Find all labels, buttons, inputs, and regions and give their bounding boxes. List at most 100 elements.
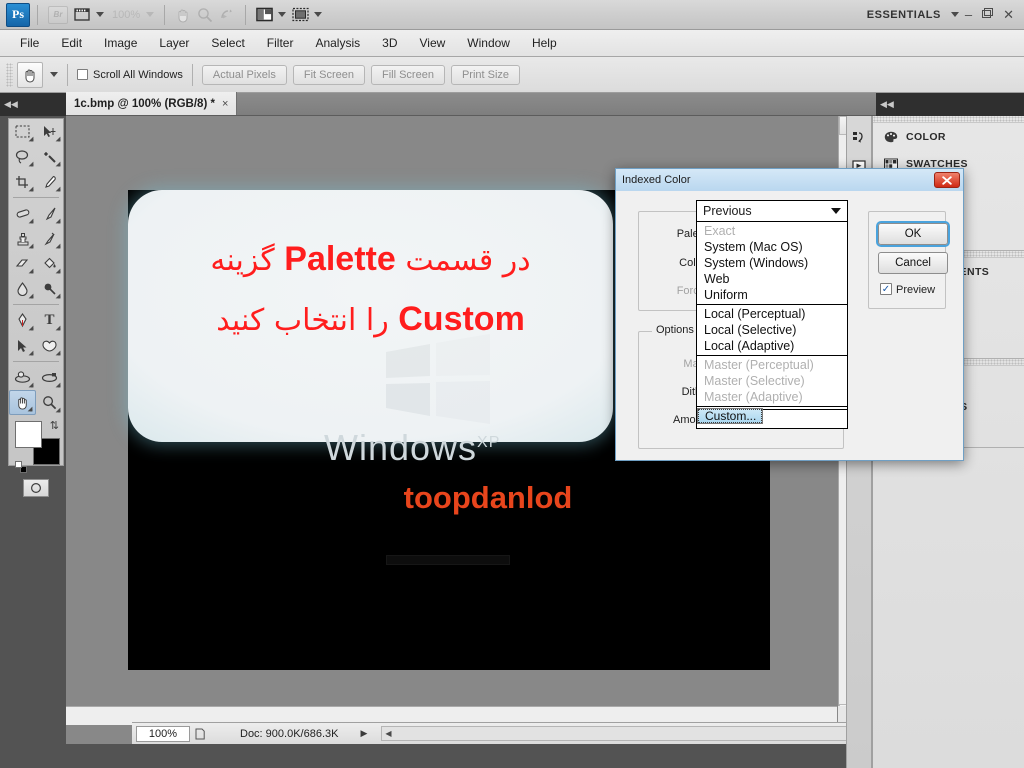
menu-window[interactable]: Window — [457, 33, 520, 53]
zoom-level-field[interactable]: 100% — [107, 4, 157, 26]
dropdown-item-master-adaptive[interactable]: Master (Adaptive) — [697, 389, 847, 405]
dropdown-item-system-mac[interactable]: System (Mac OS) — [697, 239, 847, 255]
foreground-color-swatch[interactable] — [15, 421, 42, 448]
magic-wand-tool[interactable] — [36, 144, 63, 169]
close-button[interactable]: ✕ — [1003, 7, 1014, 23]
panel-group-grip[interactable] — [873, 116, 1024, 123]
cancel-button[interactable]: Cancel — [878, 252, 948, 274]
chevron-down-icon[interactable] — [950, 12, 959, 17]
ok-button[interactable]: OK — [878, 223, 948, 245]
menu-view[interactable]: View — [409, 33, 455, 53]
type-tool[interactable]: T — [36, 308, 63, 333]
scroll-all-windows-checkbox[interactable]: Scroll All Windows — [77, 69, 183, 81]
status-menu-arrow[interactable]: ▶ — [360, 728, 367, 739]
dropdown-item-custom[interactable]: Custom... — [697, 408, 764, 424]
lasso-tool[interactable] — [9, 144, 36, 169]
dropdown-item-master-perceptual[interactable]: Master (Perceptual) — [697, 357, 847, 373]
restore-button[interactable] — [982, 7, 994, 22]
chevron-down-icon[interactable] — [831, 208, 841, 214]
rotate-view-tool-icon[interactable] — [216, 4, 238, 26]
history-icon[interactable] — [847, 124, 871, 152]
dropdown-item-local-adaptive[interactable]: Local (Adaptive) — [697, 338, 847, 354]
zoom-tool-icon[interactable] — [194, 4, 216, 26]
path-selection-tool[interactable] — [9, 333, 36, 358]
toolbox-group-vector: T — [9, 308, 63, 358]
dropdown-item-master-selective[interactable]: Master (Selective) — [697, 373, 847, 389]
hand-tool-icon[interactable] — [172, 4, 194, 26]
eraser-tool[interactable] — [9, 251, 36, 276]
print-size-button[interactable]: Print Size — [450, 64, 521, 85]
actual-pixels-button[interactable]: Actual Pixels — [201, 64, 287, 85]
palette-dropdown-list[interactable]: Previous Exact System (Mac OS) System (W… — [696, 200, 848, 429]
minimize-button[interactable]: – — [965, 7, 972, 22]
document-tab[interactable]: 1c.bmp @ 100% (RGB/8) * × — [66, 92, 238, 115]
menu-file[interactable]: File — [10, 33, 49, 53]
dropdown-item-local-selective[interactable]: Local (Selective) — [697, 322, 847, 338]
arrange-documents-icon[interactable] — [253, 4, 289, 26]
healing-brush-tool[interactable] — [9, 201, 36, 226]
bridge-icon[interactable]: Br — [45, 4, 71, 26]
view-extras-icon[interactable] — [71, 4, 107, 26]
right-dock-collapse[interactable]: ◀◀ — [876, 93, 1024, 116]
menu-edit[interactable]: Edit — [51, 33, 92, 53]
workspace-switcher[interactable]: ESSENTIALS — [867, 9, 965, 21]
chevron-down-icon[interactable] — [96, 12, 104, 17]
quick-mask-button[interactable] — [23, 479, 49, 497]
chevron-down-icon[interactable] — [278, 12, 287, 17]
palette-dropdown-current[interactable]: Previous — [697, 201, 847, 222]
dodge-tool[interactable] — [36, 276, 63, 301]
dropdown-item-web[interactable]: Web — [697, 271, 847, 287]
healing-brush-icon — [16, 209, 29, 218]
fit-screen-button[interactable]: Fit Screen — [292, 64, 365, 85]
rotate-3d-tool[interactable] — [9, 365, 36, 390]
paint-bucket-tool[interactable] — [36, 251, 63, 276]
dialog-title-bar[interactable]: Indexed Color — [616, 169, 963, 191]
left-dock-collapse[interactable]: ◀◀ — [0, 93, 66, 116]
close-icon[interactable]: × — [222, 98, 228, 110]
options-bar-grip[interactable] — [6, 62, 13, 87]
shape-tool[interactable] — [36, 333, 63, 358]
dropdown-item-local-perceptual[interactable]: Local (Perceptual) — [697, 306, 847, 322]
hand-tool[interactable] — [9, 390, 36, 415]
orbit-3d-tool[interactable] — [36, 365, 63, 390]
menu-help[interactable]: Help — [522, 33, 567, 53]
crop-tool[interactable] — [9, 169, 36, 194]
marquee-tool[interactable] — [9, 119, 36, 144]
brush-tool[interactable] — [36, 201, 63, 226]
chevron-down-icon[interactable] — [314, 12, 323, 17]
clone-stamp-tool[interactable] — [9, 226, 36, 251]
preview-checkbox[interactable]: ✓ — [880, 283, 892, 295]
pen-tool[interactable] — [9, 308, 36, 333]
screen-mode-icon[interactable] — [289, 4, 325, 26]
menu-select[interactable]: Select — [201, 33, 254, 53]
checkbox-box[interactable] — [77, 69, 88, 80]
current-tool-icon[interactable] — [17, 61, 43, 88]
status-left-arrow[interactable]: ◀ — [382, 729, 391, 738]
dropdown-item-uniform[interactable]: Uniform — [697, 287, 847, 303]
chevron-down-icon[interactable] — [146, 12, 155, 17]
menu-image[interactable]: Image — [94, 33, 147, 53]
panel-label-color: COLOR — [906, 130, 946, 143]
status-proxy-icon[interactable] — [190, 728, 210, 740]
menu-layer[interactable]: Layer — [149, 33, 199, 53]
close-icon — [942, 175, 952, 185]
menu-analysis[interactable]: Analysis — [305, 33, 370, 53]
default-colors-icon[interactable] — [15, 461, 27, 473]
move-tool[interactable] — [36, 119, 63, 144]
zoom-level-value: 100% — [112, 8, 141, 21]
eyedropper-tool[interactable] — [36, 169, 63, 194]
dialog-close-button[interactable] — [934, 172, 960, 188]
photoshop-logo-icon[interactable]: Ps — [6, 2, 30, 27]
panel-header-color[interactable]: COLOR — [873, 123, 1024, 150]
menu-3d[interactable]: 3D — [372, 33, 407, 53]
dropdown-item-system-windows[interactable]: System (Windows) — [697, 255, 847, 271]
status-zoom-field[interactable]: 100% — [136, 725, 190, 742]
swap-colors-icon[interactable]: ⇅ — [50, 419, 59, 432]
zoom-tool[interactable] — [36, 390, 63, 415]
menu-filter[interactable]: Filter — [257, 33, 304, 53]
fill-screen-button[interactable]: Fill Screen — [370, 64, 445, 85]
dropdown-item-exact[interactable]: Exact — [697, 223, 847, 239]
chevron-down-icon[interactable] — [50, 72, 58, 77]
blur-tool[interactable] — [9, 276, 36, 301]
history-brush-tool[interactable] — [36, 226, 63, 251]
